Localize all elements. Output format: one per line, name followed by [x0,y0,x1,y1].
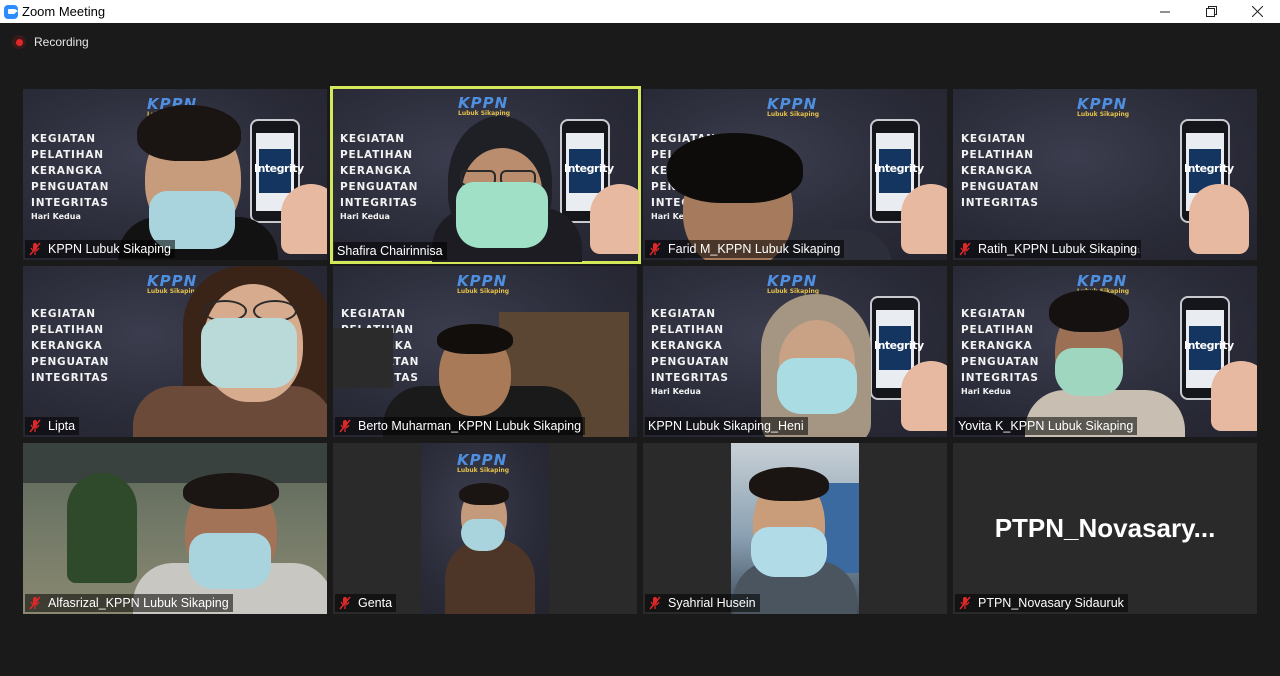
portrait-video [731,443,859,614]
participant-name-tag: Syahrial Husein [645,594,760,612]
kppn-logo: KPPNLubuk Sikaping [767,272,820,295]
participant-hair [749,467,829,501]
hand-graphic [590,184,639,254]
participant-name-tag: Ratih_KPPN Lubuk Sikaping [955,240,1142,258]
participant-name-tag: Yovita K_KPPN Lubuk Sikaping [955,417,1138,435]
face-mask [777,358,857,414]
restore-icon [1205,6,1217,17]
video-tile[interactable]: KPPNLubuk Sikaping KEGIATANPELATIHANKERA… [23,266,327,437]
muted-mic-icon [28,419,42,433]
video-tile-active-speaker[interactable]: KPPN Lubuk Sikaping KEGIATAN PELATIHAN KERA… [330,86,641,264]
slide-title: KEGIATANPELATIHANKERANGKAPENGUATANINTEGR… [31,133,110,221]
video-tile[interactable]: Syahrial Husein [643,443,947,614]
slide-title: KEGIATANPELATIHANKERANGKAPENGUATANINTEGR… [340,133,419,221]
kppn-logo: KPPNLubuk Sikaping [147,272,200,295]
participant-hair [459,483,509,505]
participant-display-name: PTPN_Novasary... [994,513,1216,543]
slide-title: KEGIATANPELATIHANKERANGKAPENGUATANINTEGR… [961,308,1040,396]
participant-name-tag: PTPN_Novasary Sidauruk [955,594,1128,612]
video-tile[interactable]: Alfasrizal_KPPN Lubuk Sikaping [23,443,327,614]
muted-mic-icon [958,242,972,256]
zoom-camera-icon [4,4,18,19]
hand-graphic [1189,184,1249,254]
face-mask [456,182,548,248]
kppn-logo: KPPNLubuk Sikaping [457,272,510,295]
muted-mic-icon [648,596,662,610]
recording-label: Recording [34,35,89,49]
face-mask [461,519,505,551]
muted-mic-icon [28,242,42,256]
participant-name-tag: Genta [335,594,397,612]
video-tile[interactable]: KPPNLubuk Sikaping KEGIATANPELATIHANKERA… [643,266,947,437]
video-tile[interactable]: KPPNLubuk Sikaping KEGIATANPELATIHANKERA… [953,89,1257,260]
record-icon [12,35,26,49]
participant-name-tag: Alfasrizal_KPPN Lubuk Sikaping [25,594,233,612]
video-tile[interactable]: KPPNLubuk Sikaping KEGIATANPELATIHANKERA… [333,266,637,437]
face-mask [189,533,271,589]
slide-title: KEGIATANPELATIHANKERANGKAPENGUATANINTEGR… [961,133,1040,209]
close-icon [1251,6,1263,17]
face-mask [201,318,297,388]
kppn-logo: KPPNLubuk Sikaping [458,94,511,117]
participant-name-tag: Shafira Chairinnisa [334,242,447,260]
video-tile[interactable]: KPPNLubuk Sikaping KEGIATANPELATIHANKERA… [643,89,947,260]
participant-name-tag: KPPN Lubuk Sikaping_Heni [645,417,808,435]
participant-name-tag: Lipta [25,417,80,435]
participant-hair [667,133,803,203]
kppn-logo: KPPNLubuk Sikaping [457,451,510,474]
participant-name-tag: Berto Muharman_KPPN Lubuk Sikaping [335,417,586,435]
participant-hair [437,324,513,354]
office-plant [67,473,137,583]
participant-name-tag: KPPN Lubuk Sikaping [25,240,175,258]
kppn-logo: KPPNLubuk Sikaping [767,95,820,118]
face-mask [1055,348,1123,396]
face-mask [751,527,827,577]
video-tile[interactable]: KPPNLubuk Sikaping KEGIATANPELATIHANKERA… [953,266,1257,437]
participant-name-tag: Farid M_KPPN Lubuk Sikaping [645,240,845,258]
hand-graphic [901,361,947,431]
muted-mic-icon [28,596,42,610]
video-tile[interactable]: KPPN Lubuk Sikaping Genta [333,443,637,614]
minimize-icon [1160,11,1170,12]
room-ceiling [23,443,327,483]
participant-hair [183,473,279,509]
hand-graphic [281,184,327,254]
window-controls [1142,0,1280,23]
office-monitor [333,328,393,388]
slide-title: KEGIATANPELATIHANKERANGKAPENGUATANINTEGR… [651,308,730,396]
minimize-button[interactable] [1142,0,1188,23]
video-tile-no-video[interactable]: PTPN_Novasary... PTPN_Novasary Sidauruk [953,443,1257,614]
recording-indicator[interactable]: Recording [12,35,89,49]
close-button[interactable] [1234,0,1280,23]
muted-mic-icon [958,596,972,610]
hand-graphic [1211,361,1257,431]
participant-hair [1049,290,1129,332]
muted-mic-icon [648,242,662,256]
kppn-logo: KPPNLubuk Sikaping [1077,95,1130,118]
window-title: Zoom Meeting [22,4,106,19]
title-bar: Zoom Meeting [0,0,1280,23]
restore-button[interactable] [1188,0,1234,23]
muted-mic-icon [338,596,352,610]
slide-title: KEGIATANPELATIHANKERANGKAPENGUATANINTEGR… [31,308,110,384]
participant-hair [137,105,241,161]
portrait-video: KPPN Lubuk Sikaping [421,443,549,614]
hand-graphic [901,184,947,254]
video-tile[interactable]: KPPNLubuk Sikaping KEGIATANPELATIHANKERA… [23,89,327,260]
muted-mic-icon [338,419,352,433]
